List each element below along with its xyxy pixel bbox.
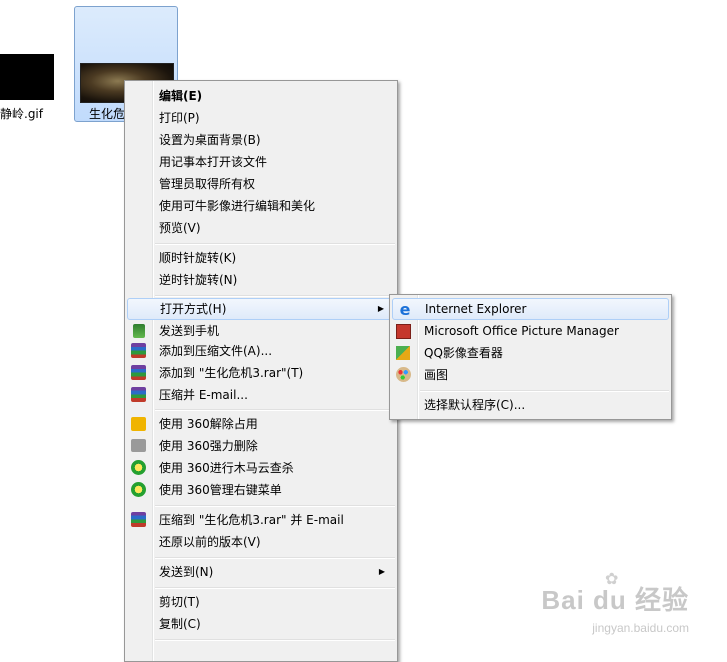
watermark-logo: Bai du 经验 [541, 585, 689, 615]
menu-item-keniu-edit[interactable]: 使用可牛影像进行编辑和美化 [127, 195, 395, 217]
menu-separator [420, 390, 669, 392]
menu-item-360-manage-menu[interactable]: 使用 360管理右键菜单 [127, 479, 395, 501]
menu-item-take-ownership[interactable]: 管理员取得所有权 [127, 173, 395, 195]
submenu-item-label: QQ影像查看器 [424, 346, 503, 360]
menu-item-send-to-phone[interactable]: 发送到手机 [127, 320, 395, 342]
menu-item-label: 使用 360进行木马云查杀 [159, 461, 294, 475]
open-with-submenu: e Internet Explorer Microsoft Office Pict… [389, 294, 672, 420]
menu-item-label: 添加到 "生化危机3.rar"(T) [159, 366, 304, 380]
menu-separator [155, 409, 395, 411]
winrar-icon [131, 343, 146, 358]
menu-item-360-shred[interactable]: 使用 360强力删除 [127, 435, 395, 457]
menu-item-label: 复制(C) [159, 617, 201, 631]
watermark-url: jingyan.baidu.com [592, 621, 689, 635]
menu-item-label: 编辑(E) [159, 89, 203, 103]
menu-item-label: 还原以前的版本(V) [159, 535, 261, 549]
menu-item-label: 使用 360解除占用 [159, 417, 258, 431]
winrar-icon [131, 512, 146, 527]
submenu-item-picture-manager[interactable]: Microsoft Office Picture Manager [392, 320, 669, 342]
menu-item-label: 发送到手机 [159, 324, 220, 338]
winrar-icon [131, 365, 146, 380]
menu-item-rotate-counterclockwise[interactable]: 逆时针旋转(N) [127, 269, 395, 291]
menu-item-preview[interactable]: 预览(V) [127, 217, 395, 239]
menu-item-open-with[interactable]: 打开方式(H) ▶ [127, 298, 395, 320]
360-menu-icon [131, 482, 146, 497]
menu-item-label: 打印(P) [159, 111, 200, 125]
menu-item-open-notepad[interactable]: 用记事本打开该文件 [127, 151, 395, 173]
menu-separator [155, 587, 395, 589]
menu-item-label: 设置为桌面背景(B) [159, 133, 261, 147]
phone-icon [133, 324, 145, 338]
submenu-arrow-icon: ▶ [377, 304, 384, 313]
menu-item-copy[interactable]: 复制(C) [127, 613, 395, 635]
360-scan-icon [131, 460, 146, 475]
submenu-item-label: Internet Explorer [425, 302, 527, 316]
menu-item-print[interactable]: 打印(P) [127, 107, 395, 129]
picture-manager-icon [396, 324, 411, 339]
submenu-item-qq-viewer[interactable]: QQ影像查看器 [392, 342, 669, 364]
qq-viewer-icon [396, 346, 410, 360]
menu-item-send-to[interactable]: 发送到(N) ▶ [127, 561, 395, 583]
menu-separator [155, 505, 395, 507]
menu-item-label: 使用 360管理右键菜单 [159, 483, 282, 497]
menu-item-360-trojan-scan[interactable]: 使用 360进行木马云查杀 [127, 457, 395, 479]
menu-item-edit[interactable]: 编辑(E) [127, 85, 395, 107]
context-menu: 编辑(E) 打印(P) 设置为桌面背景(B) 用记事本打开该文件 管理员取得所有… [124, 80, 398, 662]
menu-item-label: 发送到(N) [159, 565, 214, 579]
submenu-item-paint[interactable]: 画图 [392, 364, 669, 386]
menu-separator [155, 295, 395, 297]
menu-item-set-wallpaper[interactable]: 设置为桌面背景(B) [127, 129, 395, 151]
menu-item-label: 压缩到 "生化危机3.rar" 并 E-mail [159, 513, 344, 527]
menu-item-label: 顺时针旋转(K) [159, 251, 237, 265]
menu-item-label: 使用可牛影像进行编辑和美化 [159, 199, 316, 213]
menu-item-label: 预览(V) [159, 221, 201, 235]
360-unlock-icon [131, 417, 146, 431]
menu-item-label: 逆时针旋转(N) [159, 273, 238, 287]
menu-item-label: 剪切(T) [159, 595, 200, 609]
menu-separator [155, 639, 395, 641]
submenu-arrow-icon: ▶ [378, 567, 385, 576]
file-label[interactable]: 静岭.gif [0, 105, 43, 122]
submenu-item-internet-explorer[interactable]: e Internet Explorer [392, 298, 669, 320]
menu-item-restore-versions[interactable]: 还原以前的版本(V) [127, 531, 395, 553]
menu-item-compress-to-rar-email[interactable]: 压缩到 "生化危机3.rar" 并 E-mail [127, 509, 395, 531]
menu-item-compress-email[interactable]: 压缩并 E-mail... [127, 384, 395, 406]
submenu-item-label: 选择默认程序(C)... [424, 398, 526, 412]
menu-item-cut[interactable]: 剪切(T) [127, 591, 395, 613]
menu-item-add-to-archive[interactable]: 添加到压缩文件(A)... [127, 340, 395, 362]
submenu-item-label: 画图 [424, 368, 449, 382]
menu-item-360-unlock[interactable]: 使用 360解除占用 [127, 413, 395, 435]
file-thumbnail[interactable] [0, 54, 54, 100]
menu-item-add-to-rar[interactable]: 添加到 "生化危机3.rar"(T) [127, 362, 395, 384]
menu-item-rotate-clockwise[interactable]: 顺时针旋转(K) [127, 247, 395, 269]
menu-item-label: 打开方式(H) [160, 302, 227, 316]
internet-explorer-icon: e [399, 300, 411, 319]
menu-item-label: 添加到压缩文件(A)... [159, 344, 273, 358]
menu-separator [155, 557, 395, 559]
menu-item-label: 管理员取得所有权 [159, 177, 256, 191]
submenu-item-label: Microsoft Office Picture Manager [424, 324, 619, 338]
paint-icon [396, 367, 411, 382]
submenu-item-choose-default[interactable]: 选择默认程序(C)... [392, 394, 669, 416]
menu-item-label: 用记事本打开该文件 [159, 155, 268, 169]
menu-item-label: 使用 360强力删除 [159, 439, 258, 453]
winrar-icon [131, 387, 146, 402]
menu-separator [155, 243, 395, 245]
360-shred-icon [131, 439, 146, 452]
menu-item-label: 压缩并 E-mail... [159, 388, 248, 402]
